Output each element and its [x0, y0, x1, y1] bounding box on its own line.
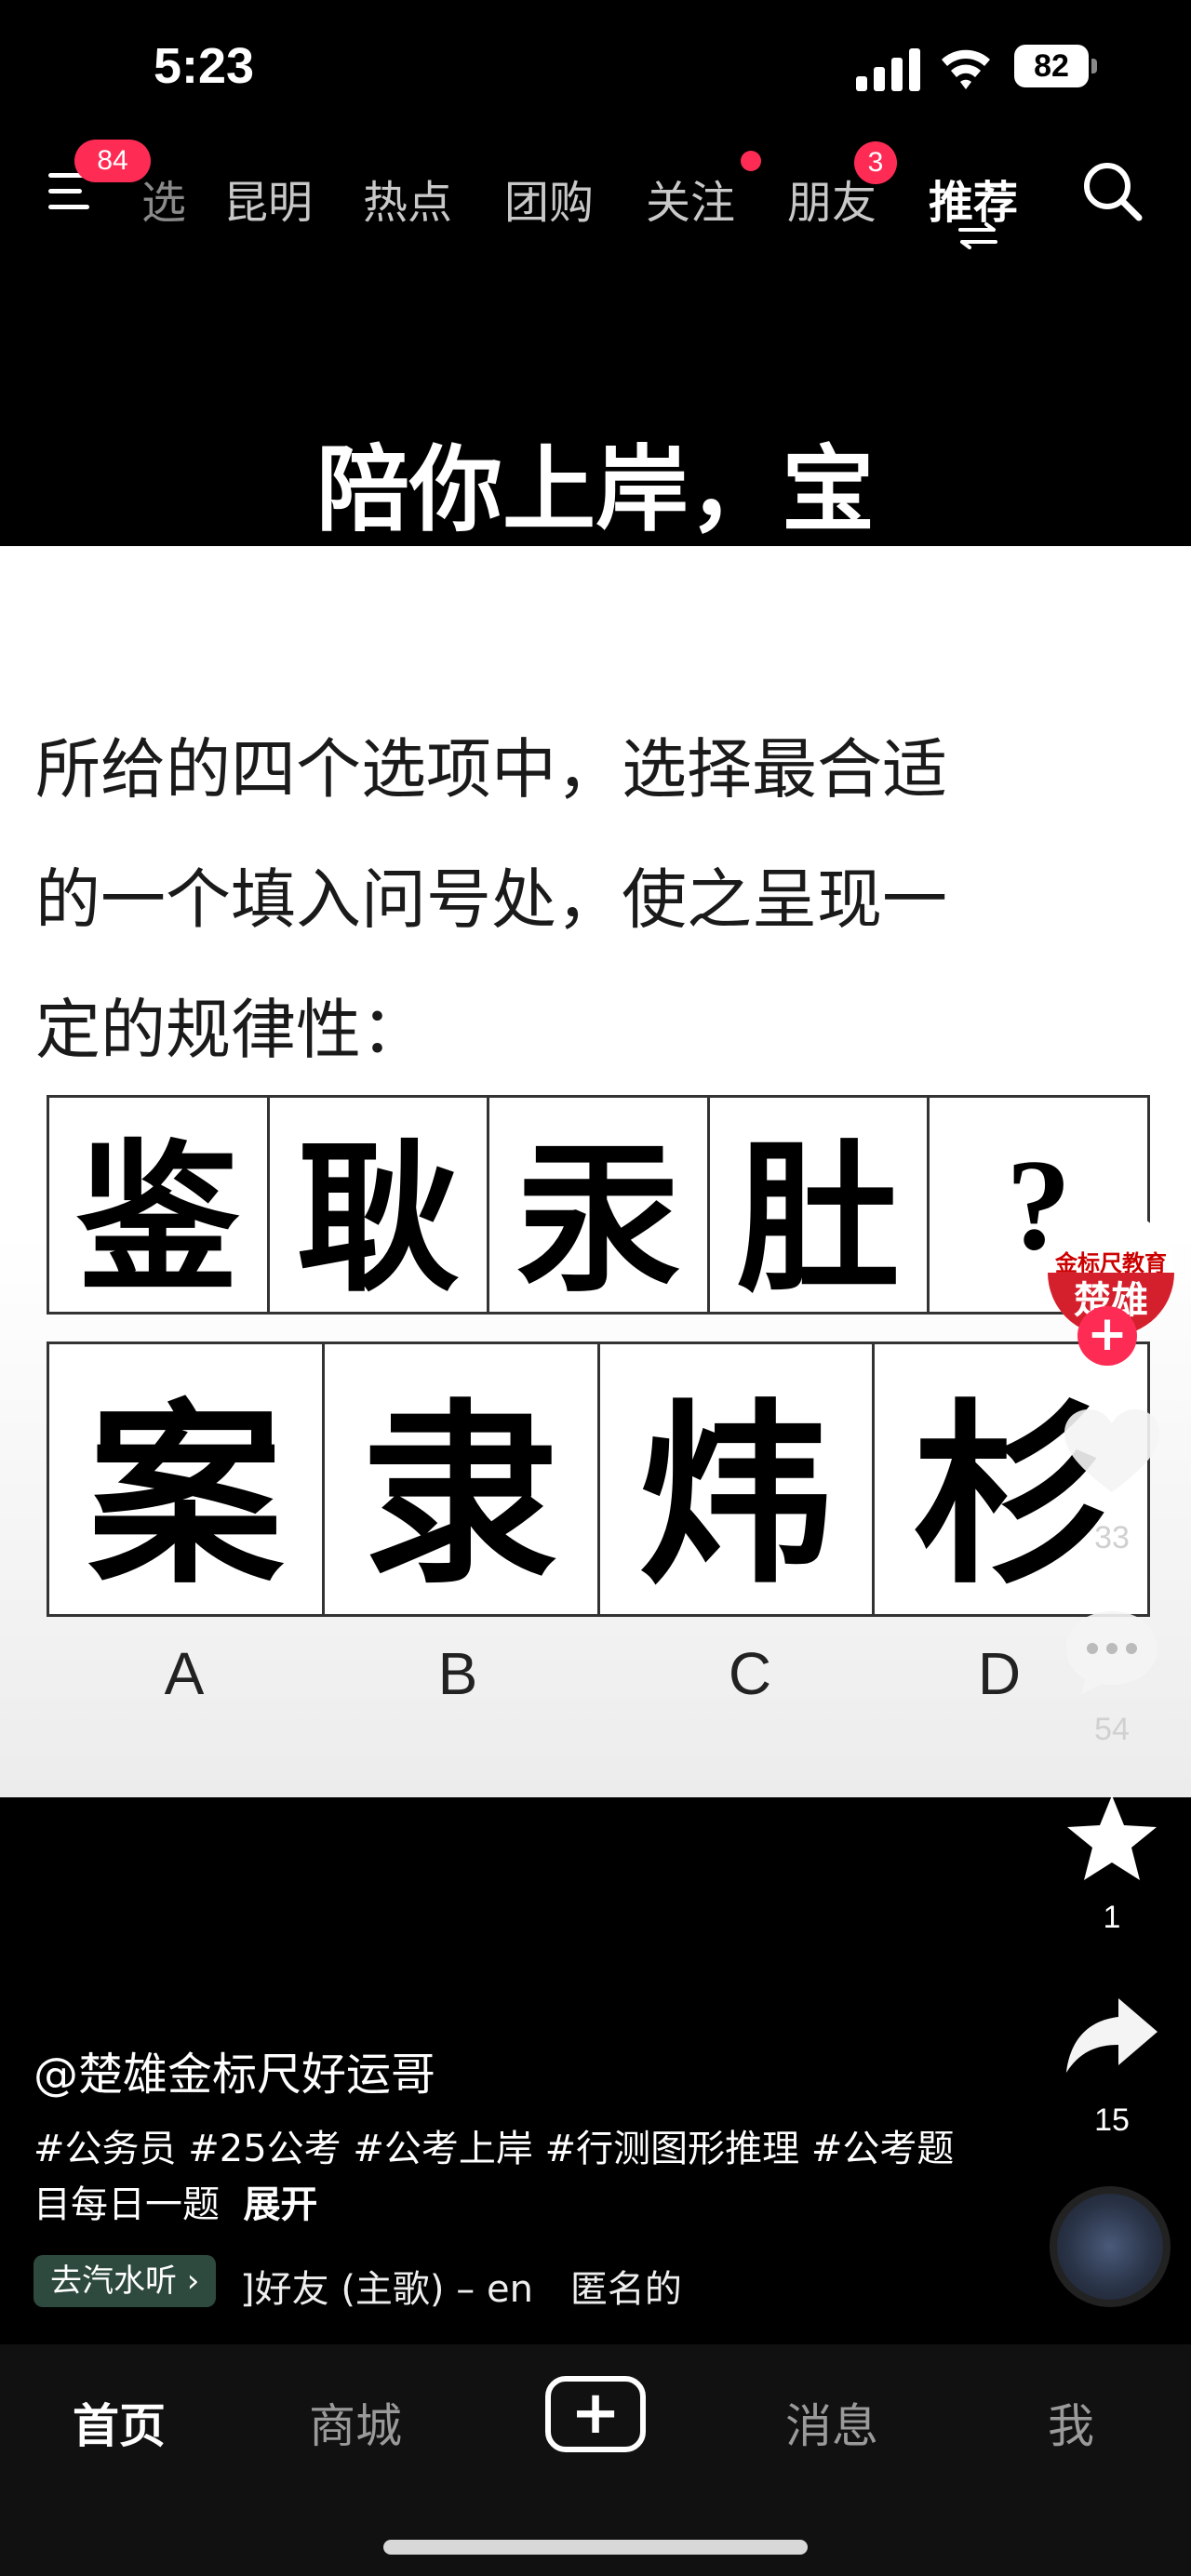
tab-home[interactable]: 首页 [73, 2389, 166, 2456]
tab-mall[interactable]: 商城 [309, 2389, 402, 2456]
answer-options-row: 案 隶 炜 杉 [47, 1341, 1150, 1617]
tab-following[interactable]: 关注 [646, 166, 735, 231]
sequence-cell: 肚 [710, 1098, 930, 1315]
search-icon[interactable] [1079, 158, 1144, 223]
battery-level: 82 [1014, 45, 1089, 87]
favorite-count: 1 [1103, 1900, 1121, 1935]
music-app-chip[interactable]: 去汽水听 › [33, 2255, 217, 2307]
share-arrow-icon[interactable] [1061, 1991, 1163, 2084]
question-line: 的一个填入问号处，使之呈现一 [35, 861, 947, 938]
option-label-c: C [728, 1640, 772, 1707]
friends-badge: 3 [854, 141, 897, 184]
option-cell-b: 隶 [325, 1344, 600, 1614]
option-cell-a: 案 [49, 1344, 325, 1614]
following-dot [741, 151, 761, 171]
description-text: #公务员 #25公考 #公考上岸 #行测图形推理 #公考题目每日一题 [33, 2128, 955, 2226]
battery-icon: 82 [1014, 45, 1098, 89]
tab-selected-partial[interactable]: 选 [141, 166, 186, 231]
question-line: 定的规律性： [35, 992, 426, 1068]
favorite-star-icon[interactable] [1061, 1792, 1163, 1885]
video-caption: 陪你上岸，宝 [316, 435, 875, 544]
option-label-d: D [977, 1640, 1022, 1707]
question-text: 所给的四个选项中，选择最合适 的一个填入问号处，使之呈现一 定的规律性： [35, 704, 1152, 1095]
follow-button[interactable]: + [1077, 1306, 1137, 1366]
switch-arrows-icon[interactable] [957, 221, 999, 249]
tab-group-buy[interactable]: 团购 [504, 166, 594, 231]
question-line: 所给的四个选项中，选择最合适 [35, 731, 947, 808]
like-count: 33 [1094, 1520, 1130, 1555]
sequence-cell: 耿 [270, 1098, 490, 1315]
comment-bubble-icon[interactable] [1061, 1606, 1163, 1699]
music-title[interactable]: ]好友 (主歌) – en 匿名的 [240, 2259, 682, 2313]
video-frame[interactable]: 所给的四个选项中，选择最合适 的一个填入问号处，使之呈现一 定的规律性： 鉴 耿… [0, 546, 1191, 1797]
status-time: 5:23 [154, 38, 255, 94]
tab-hot[interactable]: 热点 [363, 166, 452, 231]
comment-count: 54 [1094, 1712, 1130, 1747]
create-button[interactable]: + [545, 2376, 646, 2452]
option-cell-c: 炜 [600, 1344, 876, 1614]
expand-link[interactable]: 展开 [243, 2183, 317, 2226]
wifi-icon [942, 49, 990, 89]
tab-me[interactable]: 我 [1048, 2389, 1094, 2456]
sequence-cell: 汞 [489, 1098, 710, 1315]
option-label-b: B [437, 1640, 478, 1707]
tab-messages[interactable]: 消息 [785, 2389, 878, 2456]
home-indicator [383, 2540, 808, 2555]
sequence-cell: 鉴 [49, 1098, 270, 1315]
menu-badge: 84 [74, 140, 151, 182]
question-sequence-row: 鉴 耿 汞 肚 ? [47, 1095, 1150, 1315]
option-label-a: A [164, 1640, 205, 1707]
music-disc[interactable] [1050, 2186, 1171, 2307]
author-name[interactable]: @楚雄金标尺好运哥 [33, 2037, 435, 2102]
share-count: 15 [1094, 2102, 1130, 2138]
tab-kunming[interactable]: 昆明 [223, 166, 313, 231]
video-description: #公务员 #25公考 #公考上岸 #行测图形推理 #公考题目每日一题 展开 [33, 2121, 955, 2233]
cellular-signal-icon [856, 48, 920, 91]
like-heart-icon[interactable] [1061, 1407, 1163, 1500]
